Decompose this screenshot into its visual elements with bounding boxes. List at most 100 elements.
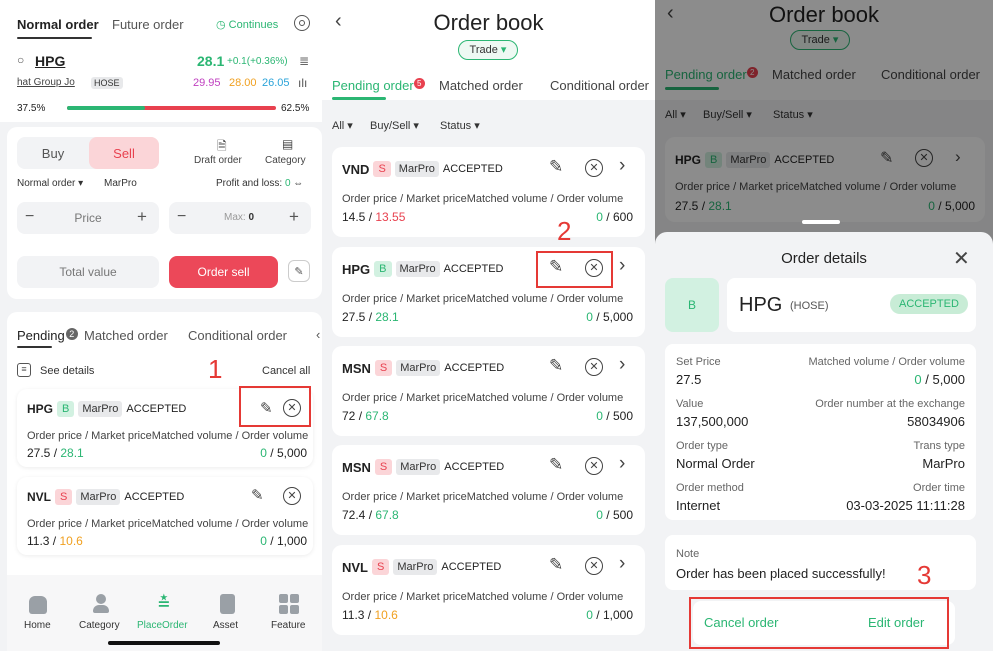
cancel-order-icon[interactable]: ✕ <box>585 358 603 376</box>
detail-value-right: 58034906 <box>907 414 965 429</box>
filter-status-label: Status <box>440 120 472 132</box>
sheet-handle[interactable] <box>802 220 840 224</box>
price-increment[interactable]: + <box>137 207 147 227</box>
settings-icon[interactable] <box>294 15 310 31</box>
edit-order-icon[interactable]: ✎ <box>549 555 563 575</box>
last-price: 28.1 <box>197 53 225 69</box>
order-type-value: Normal order <box>17 178 76 189</box>
close-icon[interactable]: ✕ <box>953 246 970 271</box>
order-card[interactable]: VND S MarPro ACCEPTED ✎ ✕ › Order price / Marke… <box>332 147 645 237</box>
price-header: Order price / Market priceMatched volume… <box>27 518 308 530</box>
order-book-screen: ‹ Order book Trade ▾ Pending order 5 Matc… <box>322 0 655 651</box>
nav-category[interactable]: Category <box>79 620 120 631</box>
cancel-order-icon[interactable]: ✕ <box>585 457 603 475</box>
tab-future-order[interactable]: Future order <box>112 17 184 32</box>
chevron-right-icon[interactable]: › <box>619 155 625 177</box>
volume-increment[interactable]: + <box>289 207 299 227</box>
price-header: Order price / Market priceMatched volume… <box>342 591 623 603</box>
order-symbol: VND <box>342 161 370 177</box>
tab-pending-order[interactable]: Pending order 5 <box>332 78 425 93</box>
sell-button[interactable]: Sell <box>89 137 159 169</box>
tab-conditional-order[interactable]: Conditional order <box>550 78 649 93</box>
order-card[interactable]: MSN S MarPro ACCEPTED ✎ ✕ › Order price / Marke… <box>332 346 645 436</box>
volume-decrement[interactable]: − <box>177 208 186 226</box>
nav-feature[interactable]: Feature <box>271 620 305 631</box>
filter-all[interactable]: All ▾ <box>332 119 353 132</box>
symbol[interactable]: HPG <box>35 53 65 69</box>
search-icon[interactable]: ○ <box>17 53 24 67</box>
chevron-right-icon[interactable]: › <box>619 453 625 475</box>
account-label: MarPro <box>104 178 137 189</box>
order-volumes: 0 / 500 <box>596 409 633 423</box>
edit-order-icon[interactable]: ✎ <box>549 157 563 177</box>
step-marker-2: 2 <box>557 216 572 246</box>
buy-ratio-fill <box>67 106 146 110</box>
buy-percent: 37.5% <box>17 103 46 114</box>
filter-status[interactable]: Status ▾ <box>440 119 480 132</box>
ceiling-price: 29.95 <box>193 77 221 89</box>
edit-order-icon[interactable]: ✎ <box>549 455 563 475</box>
draft-order-button[interactable]: Draft order <box>194 155 242 166</box>
nav-home[interactable]: Home <box>24 620 51 631</box>
matched-volume: 0 <box>260 534 267 548</box>
pending-badge: 2 <box>65 328 78 340</box>
max-value: 0 <box>248 212 255 223</box>
order-volume: 500 <box>612 409 633 423</box>
detail-value: Internet <box>676 498 721 513</box>
chart-icon[interactable]: ılı <box>298 76 307 90</box>
edit-order-icon[interactable]: ✎ <box>549 356 563 376</box>
chevron-right-icon[interactable]: › <box>619 553 625 575</box>
order-prices: 27.5 / 28.1 <box>342 310 399 324</box>
order-card[interactable]: NVL S MarPro ACCEPTED ✎ ✕ Order price / … <box>17 477 313 555</box>
volume-header-label: Matched volume / Order volume <box>466 392 624 404</box>
price-header-label: Order price / Market price <box>27 430 152 442</box>
matched-volume: 0 <box>586 608 593 622</box>
order-prices: 11.3 / 10.6 <box>27 534 83 548</box>
chevron-right-icon[interactable]: › <box>619 255 625 277</box>
volume-stepper[interactable]: − Max: 0 + <box>169 202 311 234</box>
buy-button[interactable]: Buy <box>17 137 89 169</box>
side-badge: S <box>374 459 393 475</box>
tab-matched-order[interactable]: Matched order <box>439 78 523 93</box>
cancel-order-icon[interactable]: ✕ <box>585 557 603 575</box>
edit-pen-icon[interactable]: ✎ <box>288 260 310 282</box>
tab-matched-order[interactable]: Matched order <box>84 328 168 343</box>
order-volumes: 0 / 600 <box>596 210 633 224</box>
nav-place-order[interactable]: PlaceOrder <box>137 620 188 631</box>
price-header: Order price / Market priceMatched volume… <box>342 392 623 404</box>
continues-link[interactable]: ◷ Continues <box>216 18 278 31</box>
price-stepper[interactable]: − Price + <box>17 202 159 234</box>
side-badge: S <box>372 559 390 575</box>
market-price: 10.6 <box>374 608 398 622</box>
chevron-down-icon: ▾ <box>500 44 507 56</box>
order-status: ACCEPTED <box>124 491 185 503</box>
order-card[interactable]: MSN S MarPro ACCEPTED ✎ ✕ › Order price / Marke… <box>332 445 645 535</box>
tab-pending[interactable]: Pending 2 <box>17 328 78 343</box>
cancel-order-icon[interactable]: ✕ <box>585 159 603 177</box>
order-type-select[interactable]: Normal order ▾ <box>17 178 83 189</box>
order-card[interactable]: NVL S MarPro ACCEPTED ✎ ✕ › Order price / Marke… <box>332 545 645 635</box>
nav-asset[interactable]: Asset <box>213 620 238 631</box>
cancel-order-icon[interactable]: ✕ <box>283 487 301 505</box>
see-details-link[interactable]: See details <box>40 365 94 377</box>
edit-order-icon[interactable]: ✎ <box>251 486 264 504</box>
symbol-card: HPG (HOSE) ACCEPTED <box>727 278 976 332</box>
database-icon[interactable]: ≣ <box>299 54 309 68</box>
order-sell-button[interactable]: Order sell <box>169 256 278 288</box>
home-indicator <box>108 641 220 645</box>
price-header-label: Order price / Market price <box>342 293 467 305</box>
scroll-left-icon[interactable]: ‹ <box>316 327 320 342</box>
chevron-right-icon[interactable]: › <box>619 354 625 376</box>
cancel-all-button[interactable]: Cancel all <box>262 365 310 377</box>
place-order-screen: Normal order Future order ◷ Continues ○ … <box>0 0 322 651</box>
volume-input[interactable]: Max: 0 <box>224 212 254 223</box>
order-price: 27.5 <box>342 310 366 324</box>
max-label: Max: <box>224 212 246 223</box>
place-order-icon: ≛ <box>157 596 171 613</box>
tab-normal-order[interactable]: Normal order <box>17 17 99 32</box>
category-button[interactable]: Category <box>265 155 306 166</box>
trade-dropdown[interactable]: Trade ▾ <box>458 40 518 60</box>
tab-conditional-order[interactable]: Conditional order <box>188 328 287 343</box>
filter-buy-sell[interactable]: Buy/Sell ▾ <box>370 119 419 132</box>
order-status: ACCEPTED <box>443 263 504 275</box>
